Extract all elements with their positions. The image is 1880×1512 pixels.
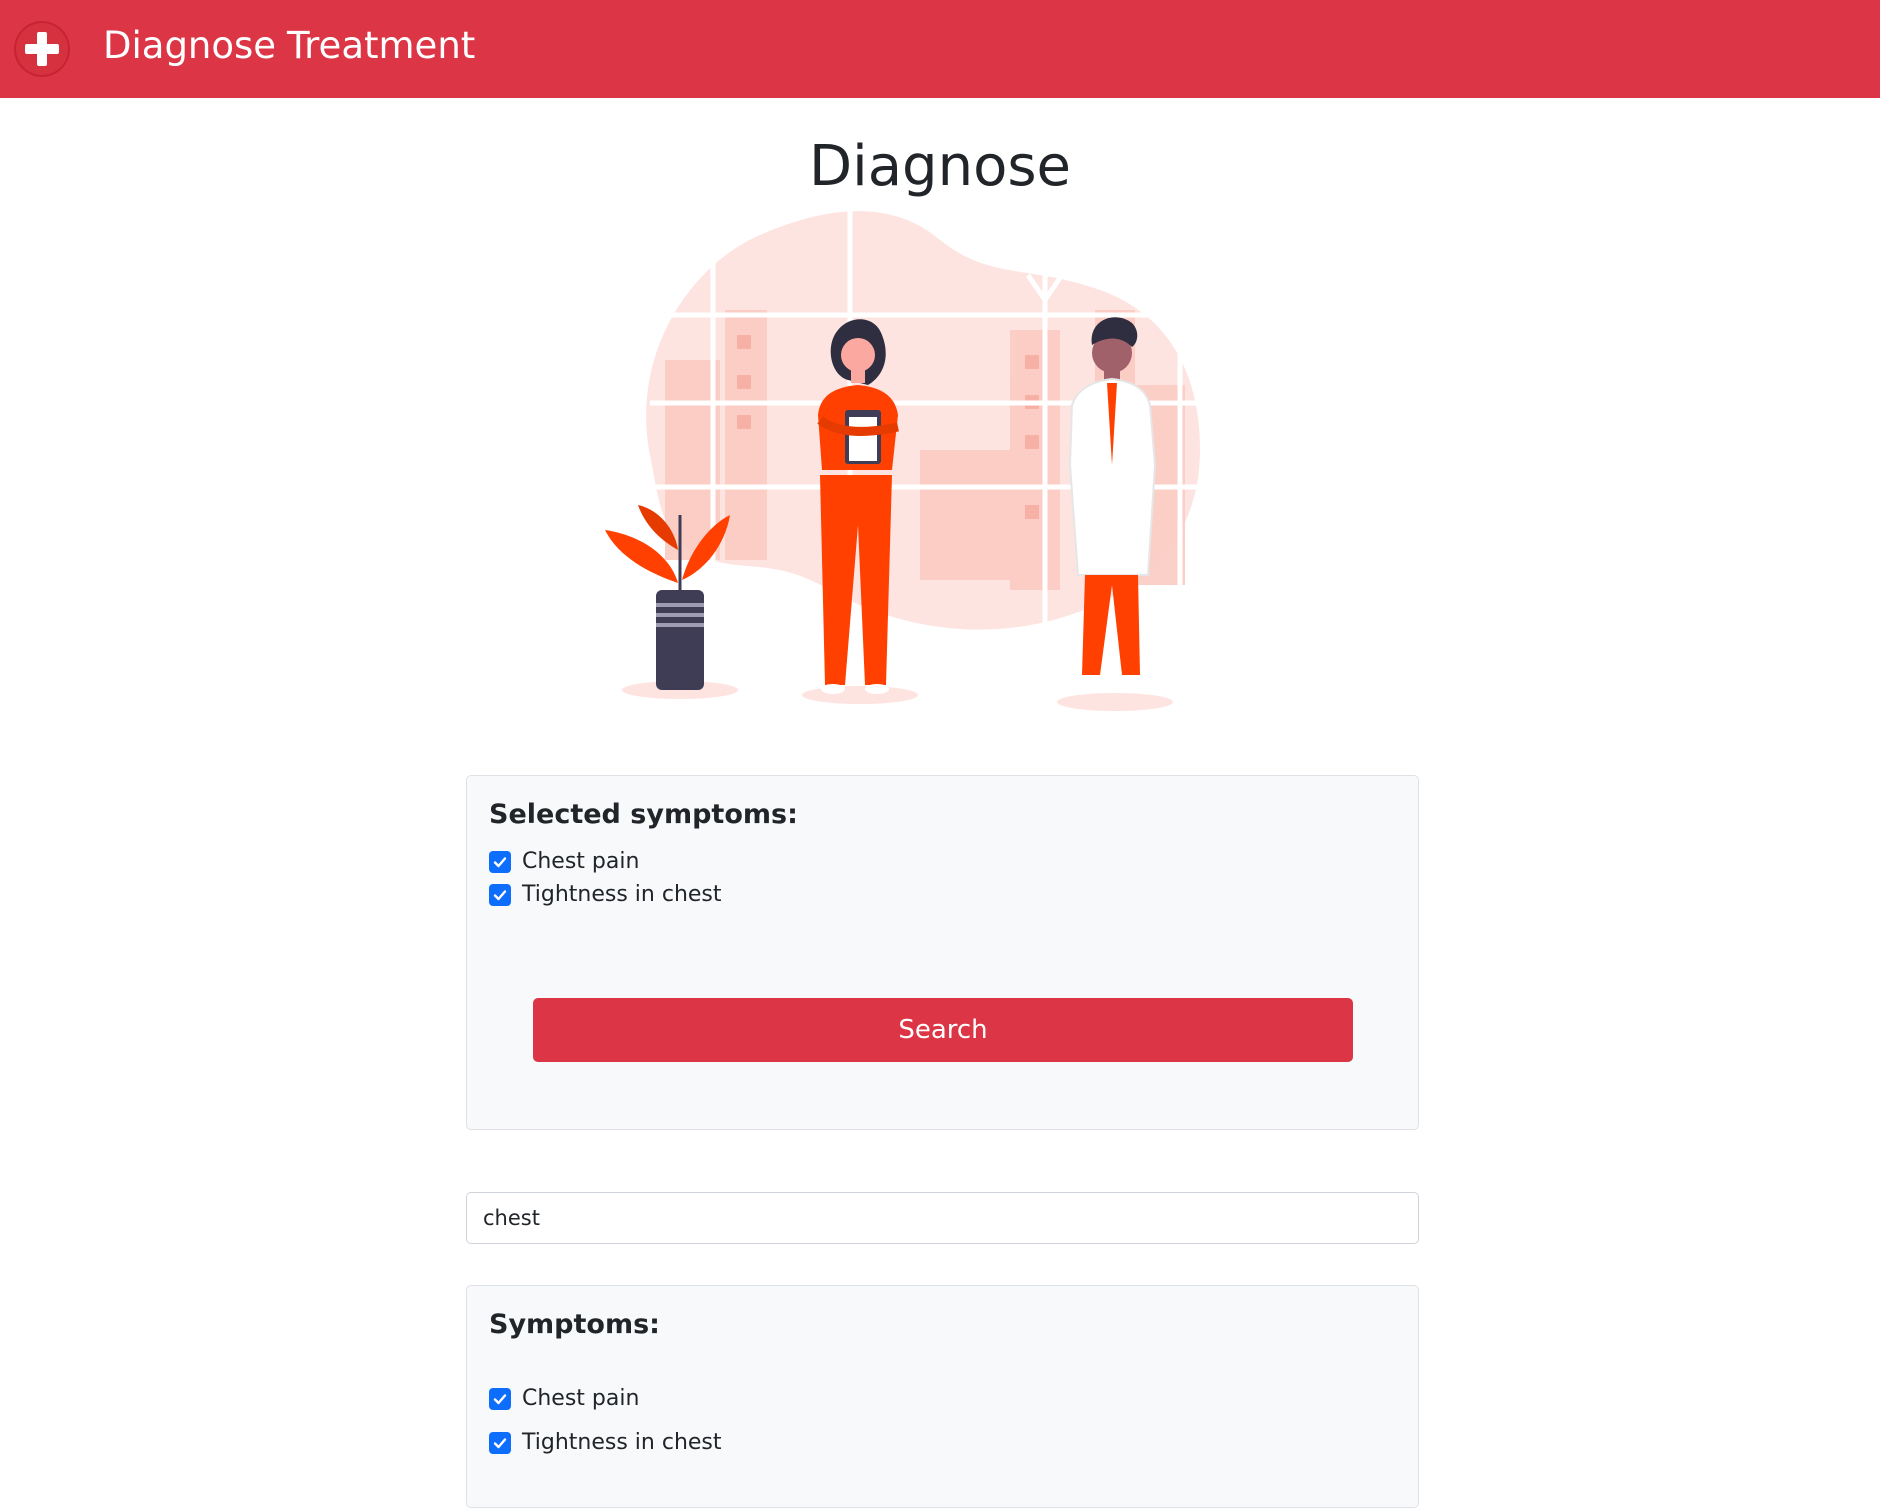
- checkbox-checked-icon[interactable]: [489, 851, 511, 873]
- navbar: Diagnose Treatment: [0, 0, 1880, 98]
- medical-staff-illustration: [605, 205, 1200, 711]
- page-title: Diagnose: [809, 134, 1071, 199]
- medical-cross-icon[interactable]: [14, 21, 70, 77]
- nav-link-diagnose[interactable]: Diagnose: [103, 22, 276, 70]
- symptom-label: Tightness in chest: [522, 1430, 722, 1455]
- symptom-search-input[interactable]: [466, 1192, 1419, 1244]
- selected-symptom-chest-pain[interactable]: Chest pain: [489, 848, 639, 876]
- selected-symptoms-heading: Selected symptoms:: [489, 799, 798, 830]
- symptom-tightness-in-chest[interactable]: Tightness in chest: [489, 1429, 722, 1457]
- selected-symptoms-card: Selected symptoms: Chest pain Tightness …: [466, 775, 1419, 1130]
- symptoms-heading: Symptoms:: [489, 1309, 660, 1340]
- search-button[interactable]: Search: [533, 998, 1353, 1062]
- symptoms-card: Symptoms: Chest pain Tightness in chest: [466, 1285, 1419, 1508]
- checkbox-checked-icon[interactable]: [489, 1432, 511, 1454]
- checkbox-checked-icon[interactable]: [489, 884, 511, 906]
- symptom-chest-pain[interactable]: Chest pain: [489, 1385, 639, 1413]
- selected-symptom-tightness-in-chest[interactable]: Tightness in chest: [489, 881, 722, 909]
- selected-symptom-label: Chest pain: [522, 849, 640, 874]
- nav-link-treatment[interactable]: Treatment: [287, 22, 475, 70]
- selected-symptom-label: Tightness in chest: [522, 882, 722, 907]
- checkbox-checked-icon[interactable]: [489, 1388, 511, 1410]
- symptom-label: Chest pain: [522, 1386, 640, 1411]
